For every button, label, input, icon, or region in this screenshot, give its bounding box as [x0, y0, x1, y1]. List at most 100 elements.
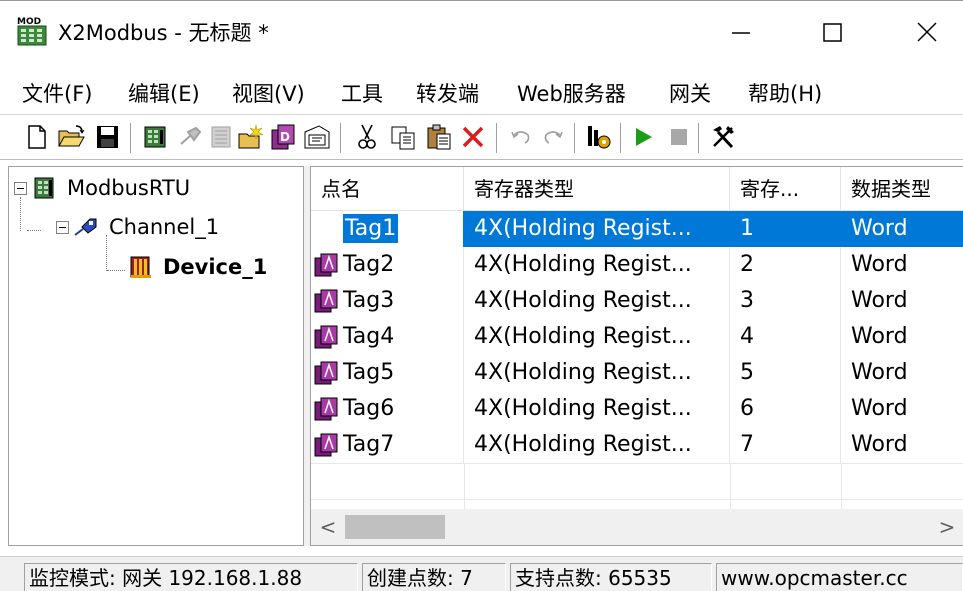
delete-icon[interactable] — [458, 122, 488, 152]
properties-icon[interactable] — [302, 122, 332, 152]
column-header-name[interactable]: 点名 — [311, 167, 464, 211]
title-bar: MOD X2Modbus - 无标题 * — [0, 0, 963, 60]
grid-line — [841, 463, 842, 509]
status-website: www.opcmaster.cc — [716, 563, 963, 591]
table-row[interactable]: Tag5 4X(Holding Regist... 5 Word — [311, 355, 963, 391]
horizontal-scrollbar[interactable]: < > — [311, 509, 963, 545]
table-row[interactable]: Tag4 4X(Holding Regist... 4 Word — [311, 319, 963, 355]
cell-register-type: 4X(Holding Regist... — [464, 391, 730, 427]
table-row[interactable]: Tag2 4X(Holding Regist... 2 Word — [311, 247, 963, 283]
copy-icon[interactable] — [388, 122, 418, 152]
toolbar-separator — [340, 123, 342, 153]
column-header-register-type[interactable]: 寄存器类型 — [464, 167, 730, 211]
svg-text:D: D — [280, 130, 290, 144]
table-row[interactable]: Tag1 4X(Holding Regist... 1 Word — [311, 211, 963, 247]
cell-register-type: 4X(Holding Regist... — [464, 427, 730, 463]
tree-connector — [20, 197, 21, 231]
grid-line — [311, 499, 963, 500]
table-row[interactable]: Tag6 4X(Holding Regist... 6 Word — [311, 391, 963, 427]
link-icon[interactable] — [176, 122, 206, 152]
toolbar-separator — [698, 123, 700, 153]
cell-address: 1 — [730, 211, 841, 247]
menu-file[interactable]: 文件(F) — [22, 78, 92, 108]
cell-name: Tag5 — [311, 355, 464, 391]
cell-name: Tag3 — [311, 283, 464, 319]
cell-name: Tag7 — [311, 427, 464, 463]
window-title: X2Modbus - 无标题 * — [58, 21, 269, 45]
device-icon[interactable] — [206, 122, 236, 152]
scroll-left-icon[interactable]: < — [311, 509, 345, 545]
tree-label-channel: Channel_1 — [109, 215, 220, 239]
tree-node-channel[interactable]: Channel_1 — [56, 215, 219, 239]
tree-node-root[interactable]: ModbusRTU — [14, 176, 190, 200]
table-row[interactable]: Tag7 4X(Holding Regist... 7 Word — [311, 427, 963, 463]
toolbar-separator — [496, 123, 498, 153]
grid-line — [464, 463, 465, 509]
toolbar-separator — [620, 123, 622, 153]
tree-node-device[interactable]: Device_1 — [127, 255, 267, 279]
undo-icon[interactable] — [506, 122, 536, 152]
tree-connector — [107, 270, 125, 271]
column-header-data-type[interactable]: 数据类型 — [841, 167, 963, 211]
cell-address: 6 — [730, 391, 841, 427]
menu-help[interactable]: 帮助(H) — [748, 78, 822, 108]
cell-address: 2 — [730, 247, 841, 283]
cell-data-type: Word — [851, 252, 908, 277]
paste-icon[interactable] — [424, 122, 454, 152]
collapse-icon[interactable] — [14, 181, 27, 195]
menu-web-server[interactable]: Web服务器 — [517, 78, 626, 108]
maximize-button[interactable] — [808, 11, 858, 51]
cell-register-type: 4X(Holding Regist... — [464, 283, 730, 319]
close-button[interactable] — [902, 11, 952, 51]
tree-connector — [106, 235, 107, 271]
minimize-button[interactable] — [716, 11, 766, 51]
cell-name: Tag6 — [311, 391, 464, 427]
scroll-thumb[interactable] — [345, 515, 445, 539]
tree-connector — [27, 230, 41, 231]
cell-address: 4 — [730, 319, 841, 355]
menu-forwarder[interactable]: 转发端 — [416, 78, 479, 108]
device-tree[interactable]: ModbusRTU Channel_1 Device_1 — [8, 166, 304, 546]
tree-label-root: ModbusRTU — [67, 176, 191, 200]
new-tag-icon[interactable] — [236, 122, 266, 152]
cell-name: Tag2 — [311, 247, 464, 283]
scroll-right-icon[interactable]: > — [930, 509, 963, 545]
collapse-icon[interactable] — [56, 220, 69, 234]
table-row[interactable]: Tag3 4X(Holding Regist... 3 Word — [311, 283, 963, 319]
tools-icon[interactable] — [708, 122, 738, 152]
tag-list[interactable]: 点名 寄存器类型 寄存... 数据类型 Tag1 4X(Holding Regi… — [310, 166, 963, 546]
status-supported-count: 支持点数: 65535 — [510, 563, 712, 591]
cell-data-type: Word — [851, 360, 908, 385]
cell-address: 7 — [730, 427, 841, 463]
cell-data-type: Word — [851, 432, 908, 457]
new-icon[interactable] — [22, 122, 52, 152]
cell-data-type: Word — [851, 288, 908, 313]
menu-bar: 文件(F) 编辑(E) 视图(V) 工具 转发端 Web服务器 网关 帮助(H) — [0, 72, 963, 112]
menu-gateway[interactable]: 网关 — [669, 78, 711, 108]
cut-icon[interactable] — [352, 122, 382, 152]
toolbar: D — [0, 114, 963, 160]
device-icon — [127, 255, 155, 279]
channel-icon[interactable] — [140, 122, 170, 152]
grid-line — [730, 463, 731, 509]
app-logo-icon: MOD — [16, 15, 48, 47]
close-icon — [917, 22, 937, 42]
run-config-icon[interactable] — [584, 122, 614, 152]
cell-name: Tag1 — [311, 211, 464, 247]
stop-icon[interactable] — [664, 122, 694, 152]
menu-view[interactable]: 视图(V) — [232, 78, 305, 108]
menu-edit[interactable]: 编辑(E) — [128, 78, 200, 108]
cell-data-type: Word — [851, 396, 908, 421]
tag-db-icon[interactable]: D — [268, 122, 298, 152]
menu-tools[interactable]: 工具 — [341, 78, 383, 108]
cell-register-type: 4X(Holding Regist... — [464, 247, 730, 283]
start-icon[interactable] — [628, 122, 658, 152]
column-header-address[interactable]: 寄存... — [730, 167, 841, 211]
channel-connector-icon — [73, 215, 101, 239]
open-icon[interactable] — [56, 122, 86, 152]
redo-icon[interactable] — [538, 122, 568, 152]
save-icon[interactable] — [92, 122, 122, 152]
grid-line — [311, 463, 963, 464]
cell-name: Tag4 — [311, 319, 464, 355]
maximize-icon — [823, 23, 842, 42]
